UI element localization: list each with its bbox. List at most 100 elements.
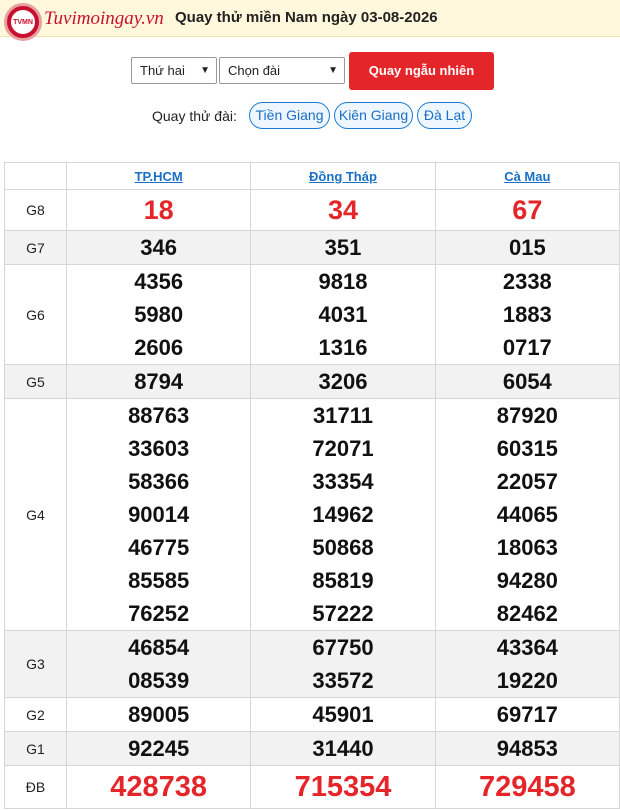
results-table: TP.HCM Đồng Tháp Cà Mau G8 18 34 67 G7 346 351…	[4, 162, 620, 809]
table-row: ĐB 428738 715354 729458	[4, 765, 620, 809]
table-row: G7 346 351 015	[4, 230, 620, 265]
prize-number: 89005	[128, 702, 190, 727]
random-spin-button[interactable]: Quay ngẫu nhiên	[349, 52, 494, 90]
prize-number: 0717	[502, 335, 552, 360]
station-select-value: Chọn đài	[228, 63, 281, 78]
prize-number: 715354	[294, 771, 392, 803]
prize-number: 94853	[496, 736, 558, 761]
prize-cell: 428738	[65, 765, 252, 809]
prize-number: 8794	[134, 369, 184, 394]
station-chip-kien-giang[interactable]: Kiên Giang	[334, 102, 413, 129]
column-header-dong-thap: Đồng Tháp	[250, 162, 436, 190]
prize-label: G1	[4, 731, 67, 766]
prize-number: 45901	[312, 702, 374, 727]
prize-number: 015	[508, 235, 546, 260]
prize-number: 69717	[496, 702, 558, 727]
prize-number: 6054	[502, 369, 552, 394]
prize-number: 31440	[312, 736, 374, 761]
prize-cell: 729458	[434, 765, 620, 809]
prize-cell: 94853	[434, 731, 620, 766]
prize-number: 18063	[496, 535, 558, 560]
column-link-ca-mau[interactable]: Cà Mau	[504, 169, 550, 184]
prize-cell: 87920 60315 22057 44065 18063 94280 82462	[434, 398, 620, 631]
chevron-down-icon: ▼	[328, 65, 338, 76]
prize-cell: 45901	[250, 697, 436, 732]
prize-number: 58366	[128, 469, 190, 494]
brand-name[interactable]: Tuvimoingay.vn	[44, 8, 164, 30]
prize-number: 9818	[318, 269, 368, 294]
prize-cell: 346	[65, 230, 252, 265]
prize-number: 2338	[502, 269, 552, 294]
header-corner	[4, 162, 67, 190]
quick-stations-label: Quay thử đài:	[152, 108, 237, 124]
prize-number: 33354	[312, 469, 374, 494]
prize-number: 50868	[312, 535, 374, 560]
prize-label: G7	[4, 230, 67, 265]
prize-number: 22057	[496, 469, 558, 494]
controls-row: Thứ hai ▼ Chọn đài ▼ Quay ngẫu nhiên	[0, 52, 620, 90]
prize-number: 351	[324, 235, 362, 260]
prize-number: 34	[327, 195, 359, 225]
prize-number: 1883	[502, 302, 552, 327]
prize-cell: 6054	[434, 364, 620, 399]
prize-number: 3206	[318, 369, 368, 394]
column-link-dong-thap[interactable]: Đồng Tháp	[309, 169, 377, 184]
prize-number: 1316	[318, 335, 368, 360]
prize-cell: 015	[434, 230, 620, 265]
prize-number: 88763	[128, 403, 190, 428]
prize-number: 31711	[313, 403, 373, 428]
prize-number: 4031	[318, 302, 368, 327]
station-select[interactable]: Chọn đài ▼	[219, 57, 345, 84]
prize-number: 76252	[128, 601, 190, 626]
prize-cell: 67750 33572	[250, 630, 436, 698]
prize-number: 60315	[496, 436, 558, 461]
prize-number: 57222	[312, 601, 374, 626]
prize-number: 43364	[496, 635, 558, 660]
prize-number: 72071	[312, 436, 374, 461]
prize-cell: 18	[65, 189, 252, 231]
prize-number: 428738	[110, 771, 208, 803]
page-title: Quay thử miền Nam ngày 03-08-2026	[175, 9, 438, 26]
station-chip-tien-giang[interactable]: Tiền Giang	[249, 102, 330, 129]
results-body: G8 18 34 67 G7 346 351 015 G6 4356 5980 2606 9818 403…	[4, 189, 620, 809]
prize-number: 346	[140, 235, 178, 260]
quick-stations-row: Quay thử đài: Tiền Giang Kiên Giang Đà L…	[0, 102, 620, 130]
prize-number: 46775	[128, 535, 190, 560]
prize-number: 67750	[312, 635, 374, 660]
prize-cell: 46854 08539	[65, 630, 252, 698]
prize-label: ĐB	[4, 765, 67, 809]
prize-label: G4	[4, 398, 67, 631]
prize-cell: 67	[434, 189, 620, 231]
prize-cell: 4356 5980 2606	[65, 264, 252, 365]
column-header-ca-mau: Cà Mau	[434, 162, 620, 190]
prize-number: 18	[143, 195, 174, 225]
column-link-tp-hcm[interactable]: TP.HCM	[135, 169, 183, 184]
chevron-down-icon: ▼	[200, 65, 210, 76]
prize-cell: 2338 1883 0717	[434, 264, 620, 365]
prize-number: 14962	[312, 502, 374, 527]
logo-badge: TVMN	[11, 10, 35, 34]
table-row: G5 8794 3206 6054	[4, 364, 620, 399]
prize-cell: 89005	[65, 697, 252, 732]
station-chip-da-lat[interactable]: Đà Lạt	[417, 102, 472, 129]
prize-cell: 34	[250, 189, 436, 231]
table-row: G4 88763 33603 58366 90014 46775 85585 76252 317…	[4, 398, 620, 631]
table-row: G6 4356 5980 2606 9818 4031 1316 2338 1883 0717	[4, 264, 620, 365]
prize-cell: 715354	[250, 765, 436, 809]
prize-number: 4356	[134, 269, 184, 294]
prize-label: G3	[4, 630, 67, 698]
day-select[interactable]: Thứ hai ▼	[131, 57, 217, 84]
prize-number: 67	[512, 195, 543, 225]
prize-number: 44065	[496, 502, 558, 527]
prize-cell: 9818 4031 1316	[250, 264, 436, 365]
table-row: G2 89005 45901 69717	[4, 697, 620, 732]
day-select-value: Thứ hai	[140, 63, 185, 78]
prize-cell: 8794	[65, 364, 252, 399]
table-header-row: TP.HCM Đồng Tháp Cà Mau	[4, 162, 620, 190]
column-header-tp-hcm: TP.HCM	[65, 162, 252, 190]
prize-cell: 351	[250, 230, 436, 265]
prize-number: 87920	[496, 403, 558, 428]
table-row: G1 92245 31440 94853	[4, 731, 620, 766]
prize-cell: 31440	[250, 731, 436, 766]
site-logo[interactable]: TVMN	[4, 3, 42, 41]
